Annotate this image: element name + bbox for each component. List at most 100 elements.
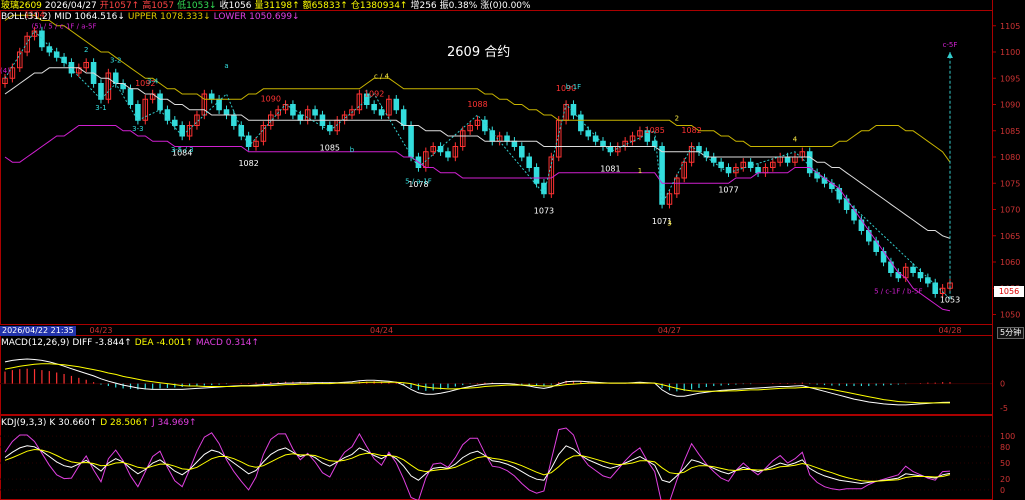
amplitude: 振0.38% [439,1,478,11]
candle-body [519,146,525,158]
kdj-y-tick: 0 [1000,486,1005,495]
candle-body [784,156,791,163]
candle-body [297,114,304,121]
macd-header: MACD(12,26,9) DIFF -3.844↑ DEA -4.001↑ MACD… [1,338,262,349]
kdj-j-line [4,427,951,500]
open-price: 开1057↑ [99,1,140,11]
macd-value: MACD 0.314↑ [195,338,260,348]
wave-annotation: 3 [667,219,671,227]
candle-body [39,30,45,48]
high-price: 高1057 [142,1,175,11]
candle-body [371,104,377,111]
y-tick-label: 1065 [1000,232,1020,241]
boll-upper-line [4,14,951,163]
macd-y-tick: -5 [1000,404,1008,413]
symbol-name: 玻璃2609 [1,1,42,11]
candle-body [312,109,318,116]
amount: 额65833↑ [302,1,348,11]
price-annotation: 1090 [261,95,281,104]
wave-annotation: 3-5 / 3 [171,146,194,154]
wave-annotation: 4 [793,135,798,143]
wave-annotation: 3-2 [110,57,121,65]
kdj-y-tick: 100 [1000,432,1015,441]
candle-body [910,266,916,273]
open-interest: 仓1380934↑ [350,1,408,11]
y-tick-label: 1070 [1000,206,1020,215]
candle-body [592,135,599,142]
candle-body [755,167,761,174]
price-annotation: 1082 [238,159,258,168]
wave-annotation: b-1F [566,83,581,91]
candle-body [290,104,296,116]
kdj-j: J 34.969↑ [152,418,197,428]
candle-body [710,156,717,163]
wave-annotation: c / 4 [374,72,390,80]
candle-body [157,93,163,111]
wave-annotation: c-5F [943,41,958,49]
candle-body [541,182,547,195]
price-annotation: 1077 [718,185,738,194]
candle-body [393,98,400,111]
price-annotation: 1081 [600,164,620,173]
kdj-k: K 30.660↑ [49,418,98,428]
y-tick-label: 1105 [1000,22,1020,31]
candle-body [932,282,939,294]
candle-body [164,109,171,121]
price-annotation: 1073 [534,206,554,215]
wave-annotation: 3-1 [95,104,106,112]
kdj-d-line [4,448,951,482]
date-label: 04/27 [658,326,681,335]
wave-annotation: 1 [69,67,73,75]
boll-label: BOLL(31,2) [1,12,52,22]
chart-stage[interactable]: 1050105510601065107010751080108510901095… [0,0,1025,500]
candle-body [806,151,813,174]
y-tick-label: 1050 [1000,311,1020,320]
kdj-header: KDJ(9,3,3) K 30.660↑ D 28.506↑ J 34.969↑ [1,418,200,429]
candle-body [245,135,252,147]
kdj-y-tick: 80 [1000,443,1010,452]
wave-annotation: 3-4 [147,78,159,86]
wave-annotation: (5) / 5 / c-1F / a-5F [32,22,97,30]
candle-body [208,93,215,100]
kdj-d: D 28.506↑ [100,418,150,428]
oi-increase: 增256 [410,1,437,11]
y-tick-label: 1085 [1000,127,1020,136]
wave-annotation: 2 [84,46,88,54]
candle-body [511,140,518,147]
candle-body [578,114,584,132]
y-tick-label: 1080 [1000,153,1020,162]
y-tick-label: 1100 [1000,48,1020,57]
y-tick-label: 1095 [1000,74,1020,83]
kdj-label: KDJ(9,3,3) [1,418,47,428]
quote-header: 玻璃2609 2026/04/27 开1057↑ 高1057 低1053↓ 收1056 量3… [1,1,534,12]
candle-body [127,88,134,105]
interval-selector[interactable]: 5分钟 [997,327,1025,339]
boll-lower: LOWER 1050.699↓ [213,12,300,22]
candle-body [400,109,407,126]
candle-body [526,156,532,168]
wave-annotation: 5 / a-1F [405,177,432,185]
macd-diff: DIFF -3.844↑ [72,338,132,348]
wave-annotation: 2 [675,114,679,122]
macd-y-tick: 0 [1000,380,1005,389]
date-label: 04/23 [89,326,112,335]
wave-annotation: (4) [0,67,10,75]
kdj-y-tick: 50 [1000,459,1010,468]
projection-arrow-head [947,52,953,58]
boll-upper: UPPER 1078.333↓ [127,12,211,22]
candle-body [223,109,230,116]
candle-body [533,167,540,184]
price-annotation: 1053 [940,296,960,305]
chart-title: 2609 合约 [447,45,511,60]
wave-annotation: 3-3 [132,125,143,133]
y-tick-label: 1090 [1000,101,1020,110]
macd-dea: DEA -4.001↑ [134,338,193,348]
y-tick-label: 1060 [1000,258,1020,267]
low-price: 低1053↓ [177,1,217,11]
date-label: 04/24 [370,326,393,335]
wave-annotation: 5 / c-1F / b-5F [874,288,922,296]
macd-diff-line [4,358,951,406]
volume: 量31198↑ [254,1,300,11]
candle-body [504,135,510,142]
candle-body [607,146,614,153]
